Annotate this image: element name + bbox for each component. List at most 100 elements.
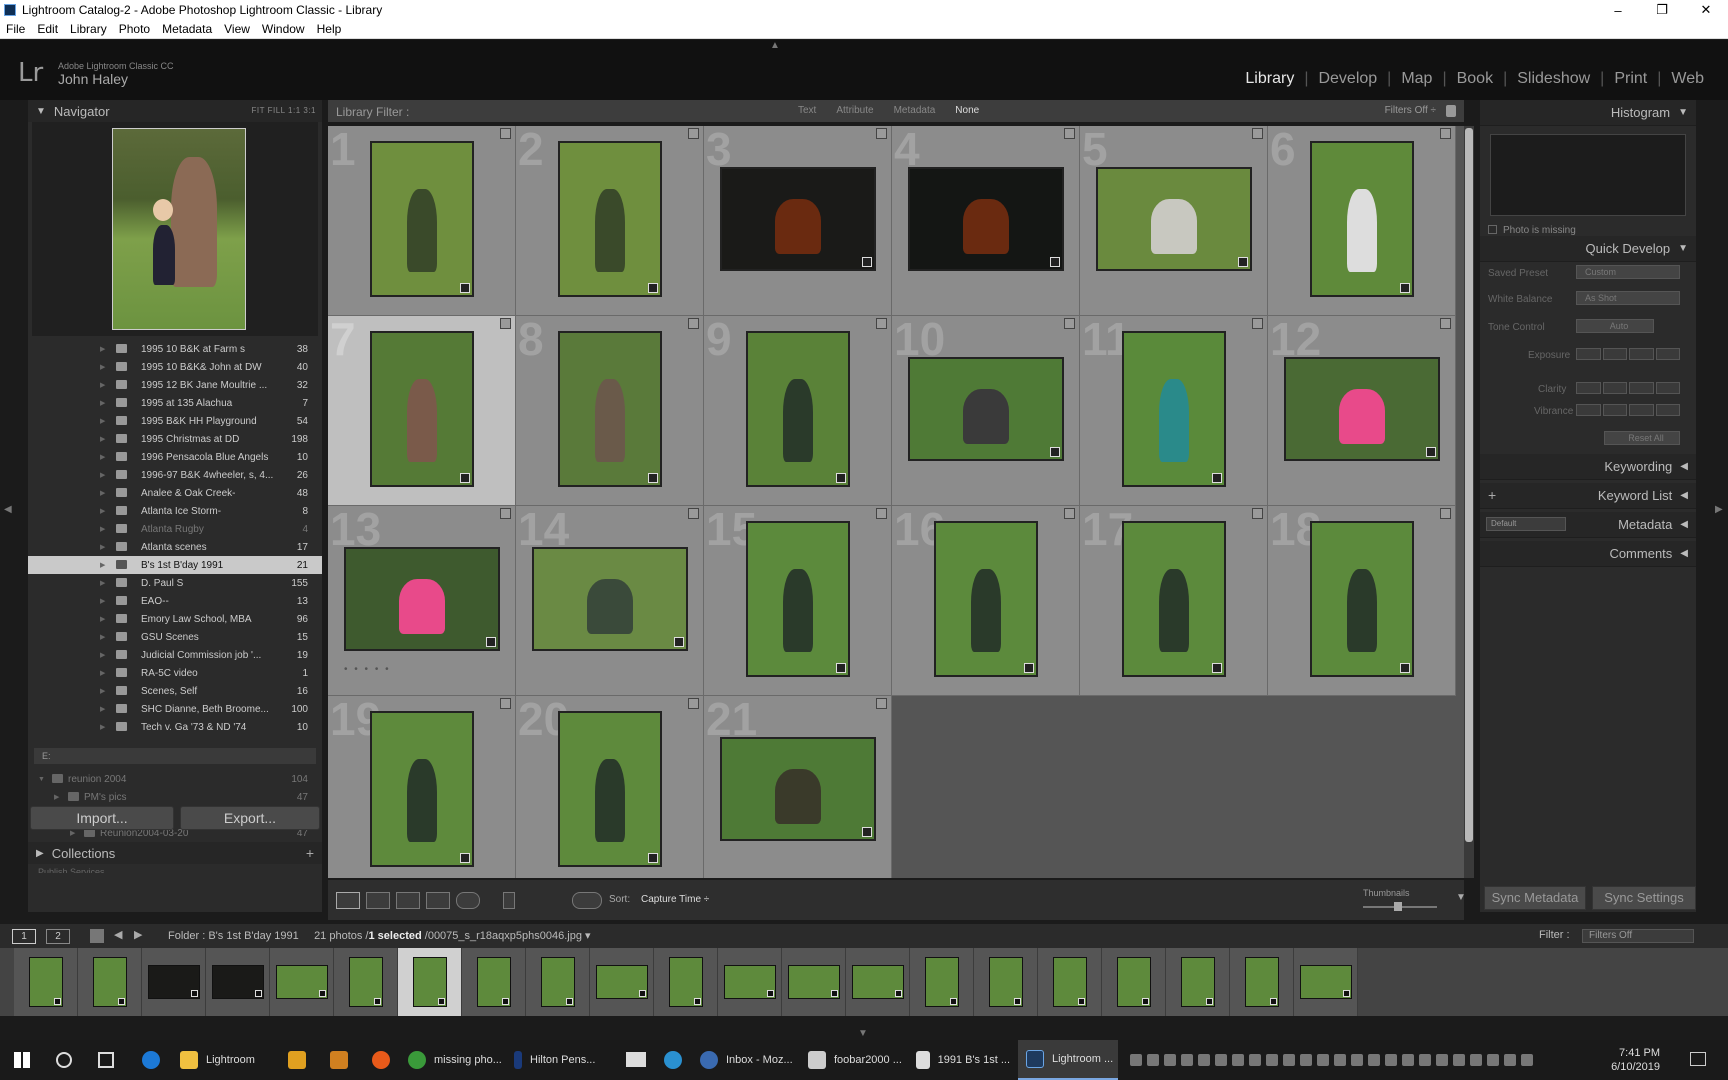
quick-collection-icon[interactable] (1440, 508, 1451, 519)
folder-item[interactable]: ▶ Atlanta Ice Storm- 8 (28, 502, 322, 520)
grid-cell[interactable]: 19 (328, 696, 516, 878)
quick-collection-icon[interactable] (688, 698, 699, 709)
tray-icon[interactable] (1453, 1054, 1465, 1066)
taskbar-photo-viewer[interactable]: 1991 B's 1st ... (916, 1040, 1010, 1080)
expand-triangle-icon[interactable]: ▶ (54, 793, 59, 801)
export-button[interactable]: Export... (180, 806, 320, 830)
taskbar-chrome[interactable]: missing pho... (408, 1040, 504, 1080)
expand-triangle-icon[interactable]: ▶ (100, 471, 105, 479)
grid-cell[interactable]: 10 (892, 316, 1080, 506)
volume-header[interactable]: E: (34, 748, 316, 764)
main-window-button[interactable]: 1 (12, 929, 36, 944)
tray-icon[interactable] (1181, 1054, 1193, 1066)
expand-triangle-icon[interactable]: ▶ (100, 435, 105, 443)
metadata-preset-dropdown[interactable]: Default (1486, 517, 1566, 531)
filmstrip-source-info[interactable]: Folder : B's 1st B'day 1991 21 photos /1… (168, 929, 591, 942)
close-button[interactable]: ✕ (1684, 2, 1728, 18)
quick-collection-icon[interactable] (1064, 508, 1075, 519)
metadata-header[interactable]: Default Metadata ◀ (1480, 512, 1696, 538)
quick-collection-icon[interactable] (500, 508, 511, 519)
module-library[interactable]: Library (1235, 70, 1304, 88)
photo-thumbnail[interactable] (558, 331, 662, 487)
quick-collection-icon[interactable] (500, 698, 511, 709)
survey-view-icon[interactable] (426, 892, 450, 909)
photo-thumbnail[interactable] (934, 521, 1038, 677)
grid-cell[interactable]: 5 (1080, 126, 1268, 316)
tray-icon[interactable] (1130, 1054, 1142, 1066)
quick-collection-icon[interactable] (1064, 128, 1075, 139)
quick-collection-icon[interactable] (1252, 318, 1263, 329)
firefox-icon[interactable] (372, 1051, 390, 1069)
lock-icon[interactable] (1446, 105, 1456, 117)
folder-item[interactable]: ▶ Atlanta Rugby 4 (28, 520, 322, 538)
expand-triangle-icon[interactable]: ▶ (100, 525, 105, 533)
grid-cell[interactable]: 17 (1080, 506, 1268, 696)
filmstrip-thumbnail[interactable] (910, 948, 974, 1016)
expand-triangle-icon[interactable]: ▶ (100, 597, 105, 605)
expand-triangle-icon[interactable]: ▶ (100, 453, 105, 461)
folder-item[interactable]: ▶ Emory Law School, MBA 96 (28, 610, 322, 628)
photo-thumbnail[interactable] (1310, 141, 1414, 297)
folder-item[interactable]: ▶ Analee & Oak Creek- 48 (28, 484, 322, 502)
tray-icon[interactable] (1300, 1054, 1312, 1066)
filmstrip-thumbnail[interactable] (334, 948, 398, 1016)
grid-cell[interactable]: 9 (704, 316, 892, 506)
spray-can-icon[interactable] (503, 892, 515, 909)
expand-triangle-icon[interactable]: ▶ (100, 417, 105, 425)
menu-metadata[interactable]: Metadata (162, 22, 212, 36)
expand-triangle-icon[interactable]: ▶ (100, 345, 105, 353)
grid-cell[interactable]: 14 (516, 506, 704, 696)
expand-triangle-icon[interactable]: ▶ (100, 687, 105, 695)
filmstrip-thumbnail[interactable] (590, 948, 654, 1016)
tray-icon[interactable] (1402, 1054, 1414, 1066)
grid-cell[interactable]: 3 (704, 126, 892, 316)
filter-metadata[interactable]: Metadata (884, 105, 946, 116)
grid-cell[interactable]: 18 (1268, 506, 1456, 696)
quick-collection-icon[interactable] (500, 318, 511, 329)
folder-item[interactable]: ▶ Atlanta scenes 17 (28, 538, 322, 556)
tray-icon[interactable] (1368, 1054, 1380, 1066)
tray-icon[interactable] (1504, 1054, 1516, 1066)
grid-icon[interactable] (90, 929, 104, 943)
folder-item[interactable]: ▶ B's 1st B'day 1991 21 (28, 556, 322, 574)
left-panel-toggle-icon[interactable]: ◀ (4, 504, 12, 515)
import-button[interactable]: Import... (30, 806, 174, 830)
folder-item[interactable]: ▶ Tech v. Ga '73 & ND '74 10 (28, 718, 322, 736)
filmstrip-thumbnail[interactable] (1166, 948, 1230, 1016)
folder-item[interactable]: ▶ 1995 at 135 Alachua 7 (28, 394, 322, 412)
quick-collection-icon[interactable] (876, 318, 887, 329)
expand-triangle-icon[interactable]: ▶ (100, 381, 105, 389)
expand-triangle-icon[interactable]: ▶ (100, 543, 105, 551)
menu-help[interactable]: Help (317, 22, 342, 36)
folder-item[interactable]: ▶ EAO-- 13 (28, 592, 322, 610)
filmstrip-thumbnail[interactable] (1294, 948, 1358, 1016)
tray-icon[interactable] (1487, 1054, 1499, 1066)
expand-triangle-icon[interactable]: ▶ (100, 705, 105, 713)
photo-thumbnail[interactable] (720, 167, 876, 271)
photo-thumbnail[interactable] (1122, 331, 1226, 487)
folder-item[interactable]: ▶ 1996 Pensacola Blue Angels 10 (28, 448, 322, 466)
filmstrip-thumbnail[interactable] (1038, 948, 1102, 1016)
taskbar-lightroom-folder[interactable]: Lightroom (180, 1040, 266, 1080)
sync-icon[interactable] (664, 1051, 682, 1069)
grid-cell[interactable]: 20 (516, 696, 704, 878)
tray-icon[interactable] (1249, 1054, 1261, 1066)
quick-collection-icon[interactable] (688, 508, 699, 519)
subfolder-item[interactable]: ▼ reunion 2004 104 (28, 770, 322, 788)
grid-view-icon[interactable] (336, 892, 360, 909)
filter-none[interactable]: None (945, 105, 989, 116)
module-book[interactable]: Book (1447, 70, 1503, 88)
menu-window[interactable]: Window (262, 22, 305, 36)
tray-icon[interactable] (1283, 1054, 1295, 1066)
menu-edit[interactable]: Edit (37, 22, 58, 36)
sync-metadata-button[interactable]: Sync Metadata (1484, 886, 1586, 910)
filmstrip-thumbnail[interactable] (206, 948, 270, 1016)
subfolder-item[interactable]: ▶ PM's pics 47 (28, 788, 322, 806)
photo-thumbnail[interactable] (1096, 167, 1252, 271)
tray-icon[interactable] (1521, 1054, 1533, 1066)
expand-triangle-icon[interactable]: ▶ (100, 489, 105, 497)
grid-cell[interactable]: 13 • • • • • (328, 506, 516, 696)
expand-triangle-icon[interactable]: ▶ (100, 633, 105, 641)
quick-collection-icon[interactable] (688, 128, 699, 139)
tray-icon[interactable] (1470, 1054, 1482, 1066)
